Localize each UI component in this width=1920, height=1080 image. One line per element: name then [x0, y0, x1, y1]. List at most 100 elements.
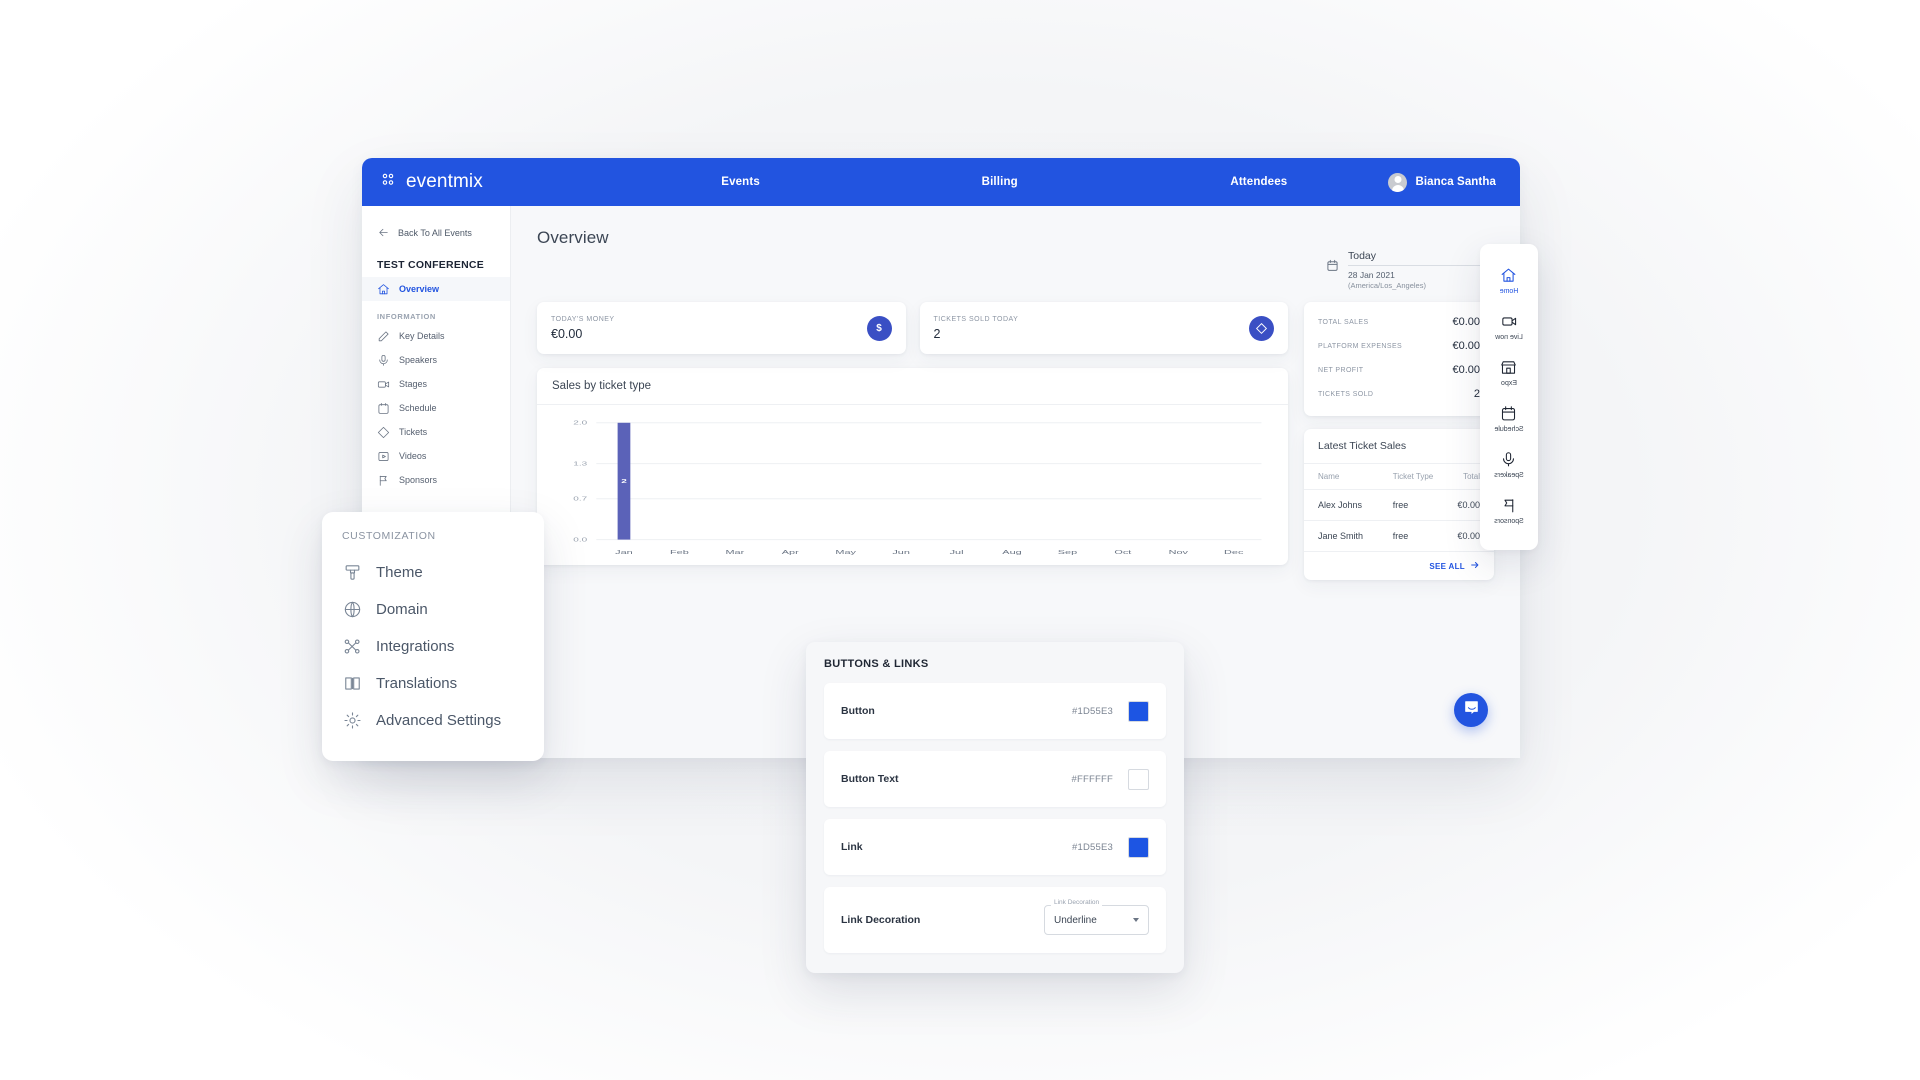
date-range-value: Today — [1348, 250, 1377, 262]
setting-hex-value: #1D55E3 — [1071, 705, 1113, 717]
stat-row: PLATFORM EXPENSES €0.00 — [1318, 334, 1480, 358]
dollar-glyph: $ — [876, 322, 882, 334]
nav-item-events[interactable]: Events — [611, 176, 870, 188]
customization-title: CUSTOMIZATION — [342, 530, 436, 542]
nav-item-attendees[interactable]: Attendees — [1129, 176, 1388, 188]
setting-label: Link — [841, 841, 863, 853]
customization-item-theme[interactable]: Theme — [322, 554, 544, 591]
link-decoration-select[interactable]: Underline — [1044, 905, 1149, 935]
sidebar-item-key-details[interactable]: Key Details — [362, 324, 510, 348]
customization-item-domain[interactable]: Domain — [322, 591, 544, 628]
sidebar-item-schedule[interactable]: Schedule — [362, 396, 510, 420]
customization-item-advanced-settings[interactable]: Advanced Settings — [322, 702, 544, 739]
cell-name: Jane Smith — [1304, 520, 1379, 552]
stat-label: PLATFORM EXPENSES — [1318, 342, 1403, 350]
user-name: Bianca Santha — [1415, 176, 1496, 188]
kpi-cards: TODAY'S MONEY €0.00 $ TICKETS SOLD TODAY — [537, 302, 1288, 354]
screenshot-root: eventmix Events Billing Attendees Bianca… — [0, 0, 1920, 1080]
sidebar-item-tickets[interactable]: Tickets — [362, 420, 510, 444]
chevron-down-icon — [1133, 918, 1139, 922]
selected-date: 28 Jan 2021 — [1348, 270, 1395, 280]
attendee-nav-item-sponsors[interactable]: Sponsors — [1480, 488, 1538, 534]
back-link-label: Back To All Events — [398, 227, 472, 238]
svg-text:Nov: Nov — [1169, 549, 1189, 556]
kpi-value: 2 — [933, 326, 941, 341]
top-navigation-bar: eventmix Events Billing Attendees Bianca… — [362, 158, 1520, 206]
color-swatch-link[interactable] — [1128, 836, 1149, 858]
setting-label: Button — [841, 705, 875, 717]
select-value: Underline — [1054, 914, 1097, 926]
attendee-nav-label: Schedule — [1494, 426, 1524, 433]
attendee-nav-label: Expo — [1501, 380, 1517, 387]
attendee-nav-item-speakers[interactable]: Speakers — [1480, 442, 1538, 488]
gear-icon — [343, 711, 362, 730]
svg-text:Aug: Aug — [1002, 549, 1022, 556]
sidebar-item-speakers[interactable]: Speakers — [362, 348, 510, 372]
kpi-card-todays-money: TODAY'S MONEY €0.00 $ — [537, 302, 906, 354]
svg-text:2: 2 — [621, 478, 627, 484]
user-menu[interactable]: Bianca Santha — [1388, 172, 1496, 192]
attendee-nav-item-schedule[interactable]: Schedule — [1480, 396, 1538, 442]
dollar-icon: $ — [866, 315, 892, 341]
customization-item-label: Advanced Settings — [376, 712, 502, 729]
attendee-nav-label: Home — [1499, 288, 1519, 295]
summary-stats-card: TOTAL SALES €0.00 PLATFORM EXPENSES €0.0… — [1304, 302, 1494, 416]
calendar-icon — [1326, 259, 1339, 277]
paint-brush-icon — [343, 563, 362, 582]
bar-chart: 0.0 0.7 1.3 2.0 2 Jan Feb Mar Apr May Jun Jul Aug Sep… — [537, 405, 1288, 565]
attendee-nav-label: Live now — [1495, 334, 1523, 341]
sidebar-item-sponsors[interactable]: Sponsors — [362, 468, 510, 492]
calendar-icon — [377, 402, 390, 415]
date-range-picker[interactable]: Today 28 Jan 2021 (America/Los_Angeles) — [1326, 250, 1494, 290]
pencil-icon — [377, 330, 390, 343]
back-to-all-events-link[interactable]: Back To All Events — [362, 220, 510, 245]
brand-logo[interactable]: eventmix — [381, 171, 611, 193]
see-all-label: SEE ALL — [1429, 561, 1465, 571]
attendee-nav-item-home[interactable]: Home — [1480, 258, 1538, 304]
see-all-link[interactable]: SEE ALL — [1304, 552, 1494, 580]
color-swatch-button[interactable] — [1128, 700, 1149, 722]
cell-name: Alex Johns — [1304, 489, 1379, 521]
chat-launcher-button[interactable] — [1454, 693, 1488, 727]
svg-text:2.0: 2.0 — [573, 420, 588, 426]
setting-label: Button Text — [841, 773, 899, 785]
cell-ticket-type: free — [1378, 520, 1448, 552]
sidebar-item-stages[interactable]: Stages — [362, 372, 510, 396]
sidebar-item-videos[interactable]: Videos — [362, 444, 510, 468]
stat-label: TOTAL SALES — [1318, 318, 1369, 326]
color-swatch-button-text[interactable] — [1128, 768, 1149, 790]
svg-text:Feb: Feb — [670, 549, 689, 556]
integrations-nodes-icon — [343, 637, 362, 656]
customization-item-label: Theme — [376, 564, 423, 581]
date-range-select[interactable]: Today — [1348, 250, 1494, 266]
customization-item-translations[interactable]: Translations — [322, 665, 544, 702]
sidebar-item-label: Tickets — [399, 427, 428, 437]
sidebar-item-label: Sponsors — [399, 475, 438, 485]
table-row[interactable]: Jane Smith free €0.00 — [1304, 520, 1494, 552]
event-name: TEST CONFERENCE — [377, 259, 485, 271]
setting-row-link: Link #1D55E3 — [824, 819, 1166, 875]
stat-value: €0.00 — [1452, 364, 1480, 376]
arrow-right-icon — [1470, 560, 1480, 572]
table-row[interactable]: Alex Johns free €0.00 — [1304, 489, 1494, 521]
attendee-nav-item-live-now[interactable]: Live now — [1480, 304, 1538, 350]
customization-item-label: Translations — [376, 675, 458, 692]
svg-text:Apr: Apr — [782, 549, 799, 556]
setting-hex-value: #FFFFFF — [1071, 773, 1113, 785]
latest-sales-title: Latest Ticket Sales — [1304, 429, 1494, 464]
stat-row: TICKETS SOLD 2 — [1318, 382, 1480, 406]
attendee-side-navigation: Home Live now Expo Schedule Speakers Spo… — [1480, 244, 1538, 550]
grid-dots-icon — [381, 172, 397, 193]
sidebar-item-overview[interactable]: Overview — [362, 277, 510, 301]
stat-row: NET PROFIT €0.00 — [1318, 358, 1480, 382]
link-decoration-field: Link Decoration Underline — [1044, 899, 1149, 935]
attendee-nav-item-expo[interactable]: Expo — [1480, 350, 1538, 396]
nav-item-billing[interactable]: Billing — [870, 176, 1129, 188]
customization-item-label: Domain — [376, 601, 428, 618]
stat-row: TOTAL SALES €0.00 — [1318, 310, 1480, 334]
cell-ticket-type: free — [1378, 489, 1448, 521]
customization-item-integrations[interactable]: Integrations — [322, 628, 544, 665]
flag-icon — [1501, 497, 1518, 514]
svg-text:1.3: 1.3 — [573, 461, 588, 467]
stat-value: €0.00 — [1452, 340, 1480, 352]
